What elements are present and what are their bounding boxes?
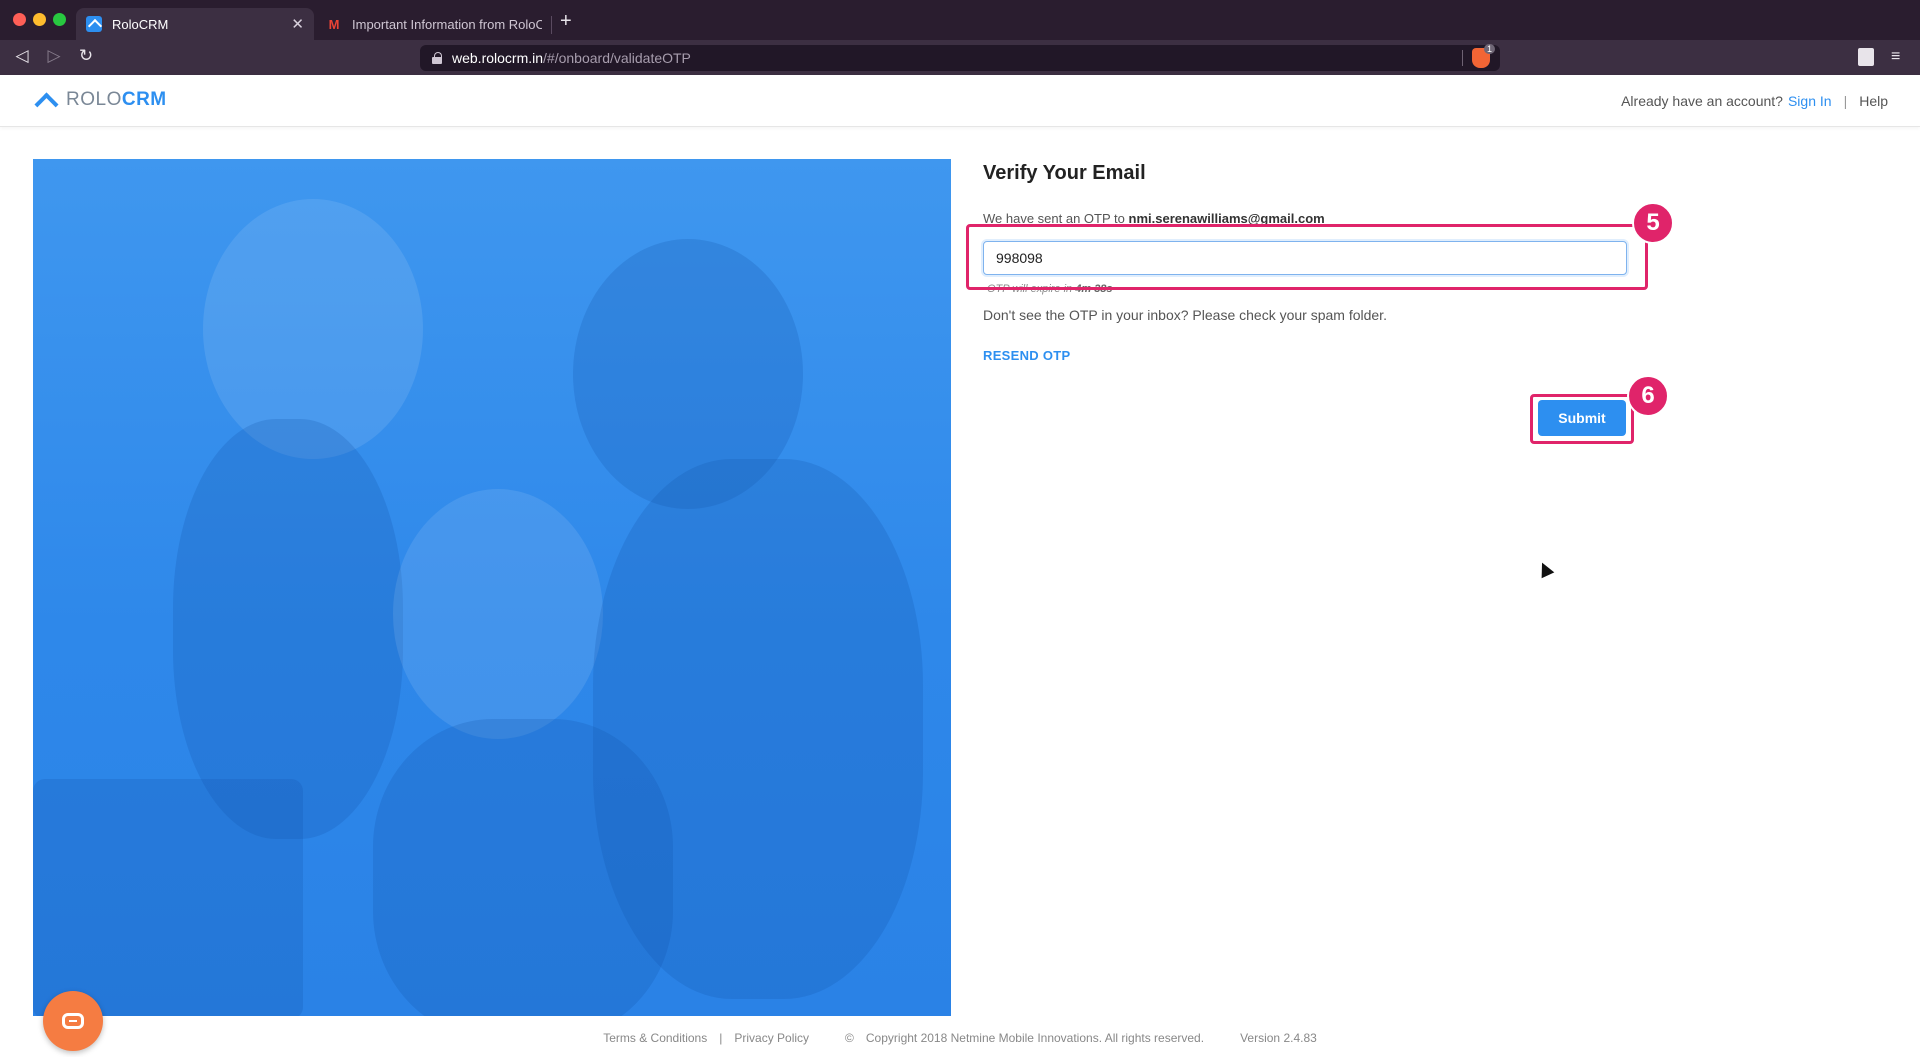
wallet-icon[interactable]: [1858, 48, 1874, 66]
copyright-text: Copyright 2018 Netmine Mobile Innovation…: [865, 1031, 1205, 1045]
window-minimize-button[interactable]: [33, 13, 46, 26]
help-link[interactable]: Help: [1859, 93, 1888, 109]
browser-toolbar: ◁ ▷ ↻ web.rolocrm.in/#/onboard/validateO…: [0, 40, 1920, 75]
logo-text-rolo: ROLO: [66, 89, 122, 110]
menu-icon[interactable]: ≡: [1891, 48, 1900, 66]
url-divider: [1462, 50, 1463, 66]
rolocrm-logo[interactable]: ROLO CRM: [34, 89, 167, 111]
address-bar[interactable]: web.rolocrm.in/#/onboard/validateOTP 1: [420, 44, 1500, 71]
version-text: Version 2.4.83: [1240, 1031, 1317, 1045]
url-host: web.rolocrm.in: [452, 50, 544, 66]
chat-widget-button[interactable]: [43, 991, 103, 1051]
spam-hint: Don't see the OTP in your inbox? Please …: [983, 307, 1387, 323]
rolocrm-logo-icon: [34, 89, 58, 111]
step-badge-6: 6: [1627, 375, 1669, 417]
forward-icon[interactable]: ▷: [44, 46, 64, 66]
url-path: /#/onboard/validateOTP: [543, 50, 691, 66]
page-footer: Terms & Conditions | Privacy Policy © Co…: [0, 1031, 1920, 1045]
window-close-button[interactable]: [13, 13, 26, 26]
header-account-links: Already have an account? Sign In | Help: [1621, 93, 1888, 109]
back-icon[interactable]: ◁: [12, 46, 32, 66]
page-title: Verify Your Email: [983, 162, 1146, 184]
browser-tab-bar: RoloCRM ✕ M Important Information from R…: [0, 0, 1920, 40]
rolocrm-logo-icon: [86, 16, 102, 32]
tab-title: Important Information from RoloCRM: [352, 16, 542, 32]
shield-count-badge: 1: [1484, 44, 1496, 54]
window-maximize-button[interactable]: [53, 13, 66, 26]
copyright-symbol: ©: [845, 1031, 854, 1045]
chat-icon: [62, 1013, 84, 1029]
close-icon[interactable]: ✕: [291, 15, 304, 33]
new-tab-button[interactable]: +: [560, 10, 572, 33]
step-badge-5: 5: [1632, 202, 1674, 244]
header-divider: |: [1843, 93, 1848, 109]
reload-icon[interactable]: ↻: [76, 46, 96, 66]
app-header: ROLO CRM Already have an account? Sign In…: [0, 75, 1920, 127]
footer-divider: |: [719, 1031, 723, 1045]
lock-icon: [432, 52, 442, 64]
privacy-link[interactable]: Privacy Policy: [734, 1031, 809, 1045]
mouse-cursor-icon: [1535, 559, 1555, 579]
tab-gmail[interactable]: M Important Information from RoloCRM: [316, 8, 552, 40]
sign-in-link[interactable]: Sign In: [1788, 93, 1832, 109]
already-account-text: Already have an account?: [1621, 93, 1783, 109]
annotation-highlight-submit: [1530, 394, 1634, 444]
resend-otp-link[interactable]: RESEND OTP: [983, 348, 1071, 363]
tab-rolocrm[interactable]: RoloCRM ✕: [76, 8, 314, 40]
tab-title: RoloCRM: [112, 16, 169, 32]
hero-image: [33, 159, 951, 1016]
terms-link[interactable]: Terms & Conditions: [603, 1031, 707, 1045]
logo-text-crm: CRM: [121, 89, 167, 110]
gmail-icon: M: [328, 16, 340, 32]
annotation-highlight-otp: [966, 224, 1648, 290]
